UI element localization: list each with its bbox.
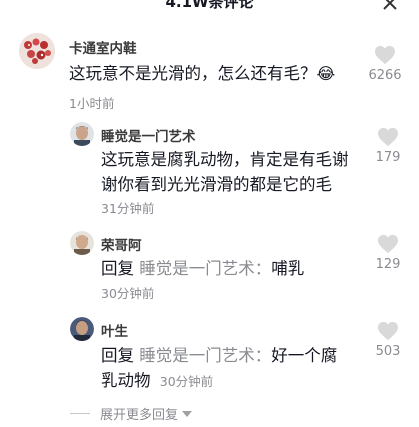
heart-icon [378, 127, 398, 147]
reply-time: 30分钟前 [159, 374, 214, 389]
heart-icon [378, 234, 398, 254]
like-button[interactable]: 179 [368, 127, 408, 165]
heart-icon [378, 321, 398, 341]
heart-icon [375, 45, 395, 65]
avatar[interactable] [70, 317, 94, 341]
expand-more-replies-button[interactable]: 展开更多回复 [70, 404, 193, 423]
reply-prefix: 回复 [101, 259, 134, 278]
reply-text: 这玩意是腐乳动物，肯定是有毛谢 谢你看到光光滑滑的都是它的毛 [101, 147, 349, 197]
avatar[interactable] [19, 33, 55, 69]
avatar[interactable] [70, 231, 94, 255]
like-count: 179 [375, 150, 401, 165]
comment-text: 这玩意不是光滑的，怎么还有毛？😂 [69, 61, 335, 86]
comment-body: 这玩意不是光滑的，怎么还有毛？ [69, 64, 317, 83]
reply-body-line-1: 好一个腐 [271, 346, 338, 365]
reply-line-1: 这玩意是腐乳动物，肯定是有毛谢 [101, 150, 349, 169]
reply-username[interactable]: 荣哥阿 [101, 234, 142, 254]
reply-mention[interactable]: 睡觉是一门艺术： [139, 259, 271, 278]
reply-item: 荣哥阿 回复 睡觉是一门艺术：哺乳 30分钟前 129 [0, 225, 419, 305]
reply-mention[interactable]: 睡觉是一门艺术： [139, 346, 271, 365]
comment-username[interactable]: 卡通室内鞋 [69, 37, 137, 57]
avatar[interactable] [70, 122, 94, 146]
reply-line-2: 谢你看到光光滑滑的都是它的毛 [101, 175, 332, 194]
like-count: 129 [375, 257, 401, 272]
laughing-emoji-icon: 😂 [316, 64, 336, 83]
reply-item: 睡觉是一门艺术 这玩意是腐乳动物，肯定是有毛谢 谢你看到光光滑滑的都是它的毛 3… [0, 115, 419, 216]
reply-time: 31分钟前 [101, 201, 155, 216]
like-count: 6266 [368, 68, 402, 83]
expand-divider [70, 413, 90, 414]
expand-more-label: 展开更多回复 [100, 408, 179, 423]
reply-text: 回复 睡觉是一门艺术：哺乳 [101, 256, 304, 281]
chevron-down-icon [182, 410, 193, 417]
reply-body: 哺乳 [271, 259, 305, 278]
reply-item: 叶生 回复 睡觉是一门艺术：好一个腐 乳动物 30分钟前 503 [0, 313, 419, 393]
like-count: 503 [375, 344, 401, 359]
reply-username[interactable]: 睡觉是一门艺术 [101, 125, 196, 145]
reply-prefix: 回复 [101, 346, 134, 365]
reply-text: 回复 睡觉是一门艺术：好一个腐 乳动物 30分钟前 [101, 343, 337, 394]
comment-item: 卡通室内鞋 这玩意不是光滑的，怎么还有毛？😂 1小时前 6266 [0, 0, 419, 111]
reply-username[interactable]: 叶生 [101, 320, 128, 340]
comment-time: 1小时前 [69, 96, 115, 111]
like-button[interactable]: 129 [368, 234, 408, 272]
reply-time: 30分钟前 [101, 286, 155, 301]
like-button[interactable]: 6266 [365, 45, 405, 83]
reply-body-line-2: 乳动物 [101, 371, 151, 390]
like-button[interactable]: 503 [368, 321, 408, 359]
